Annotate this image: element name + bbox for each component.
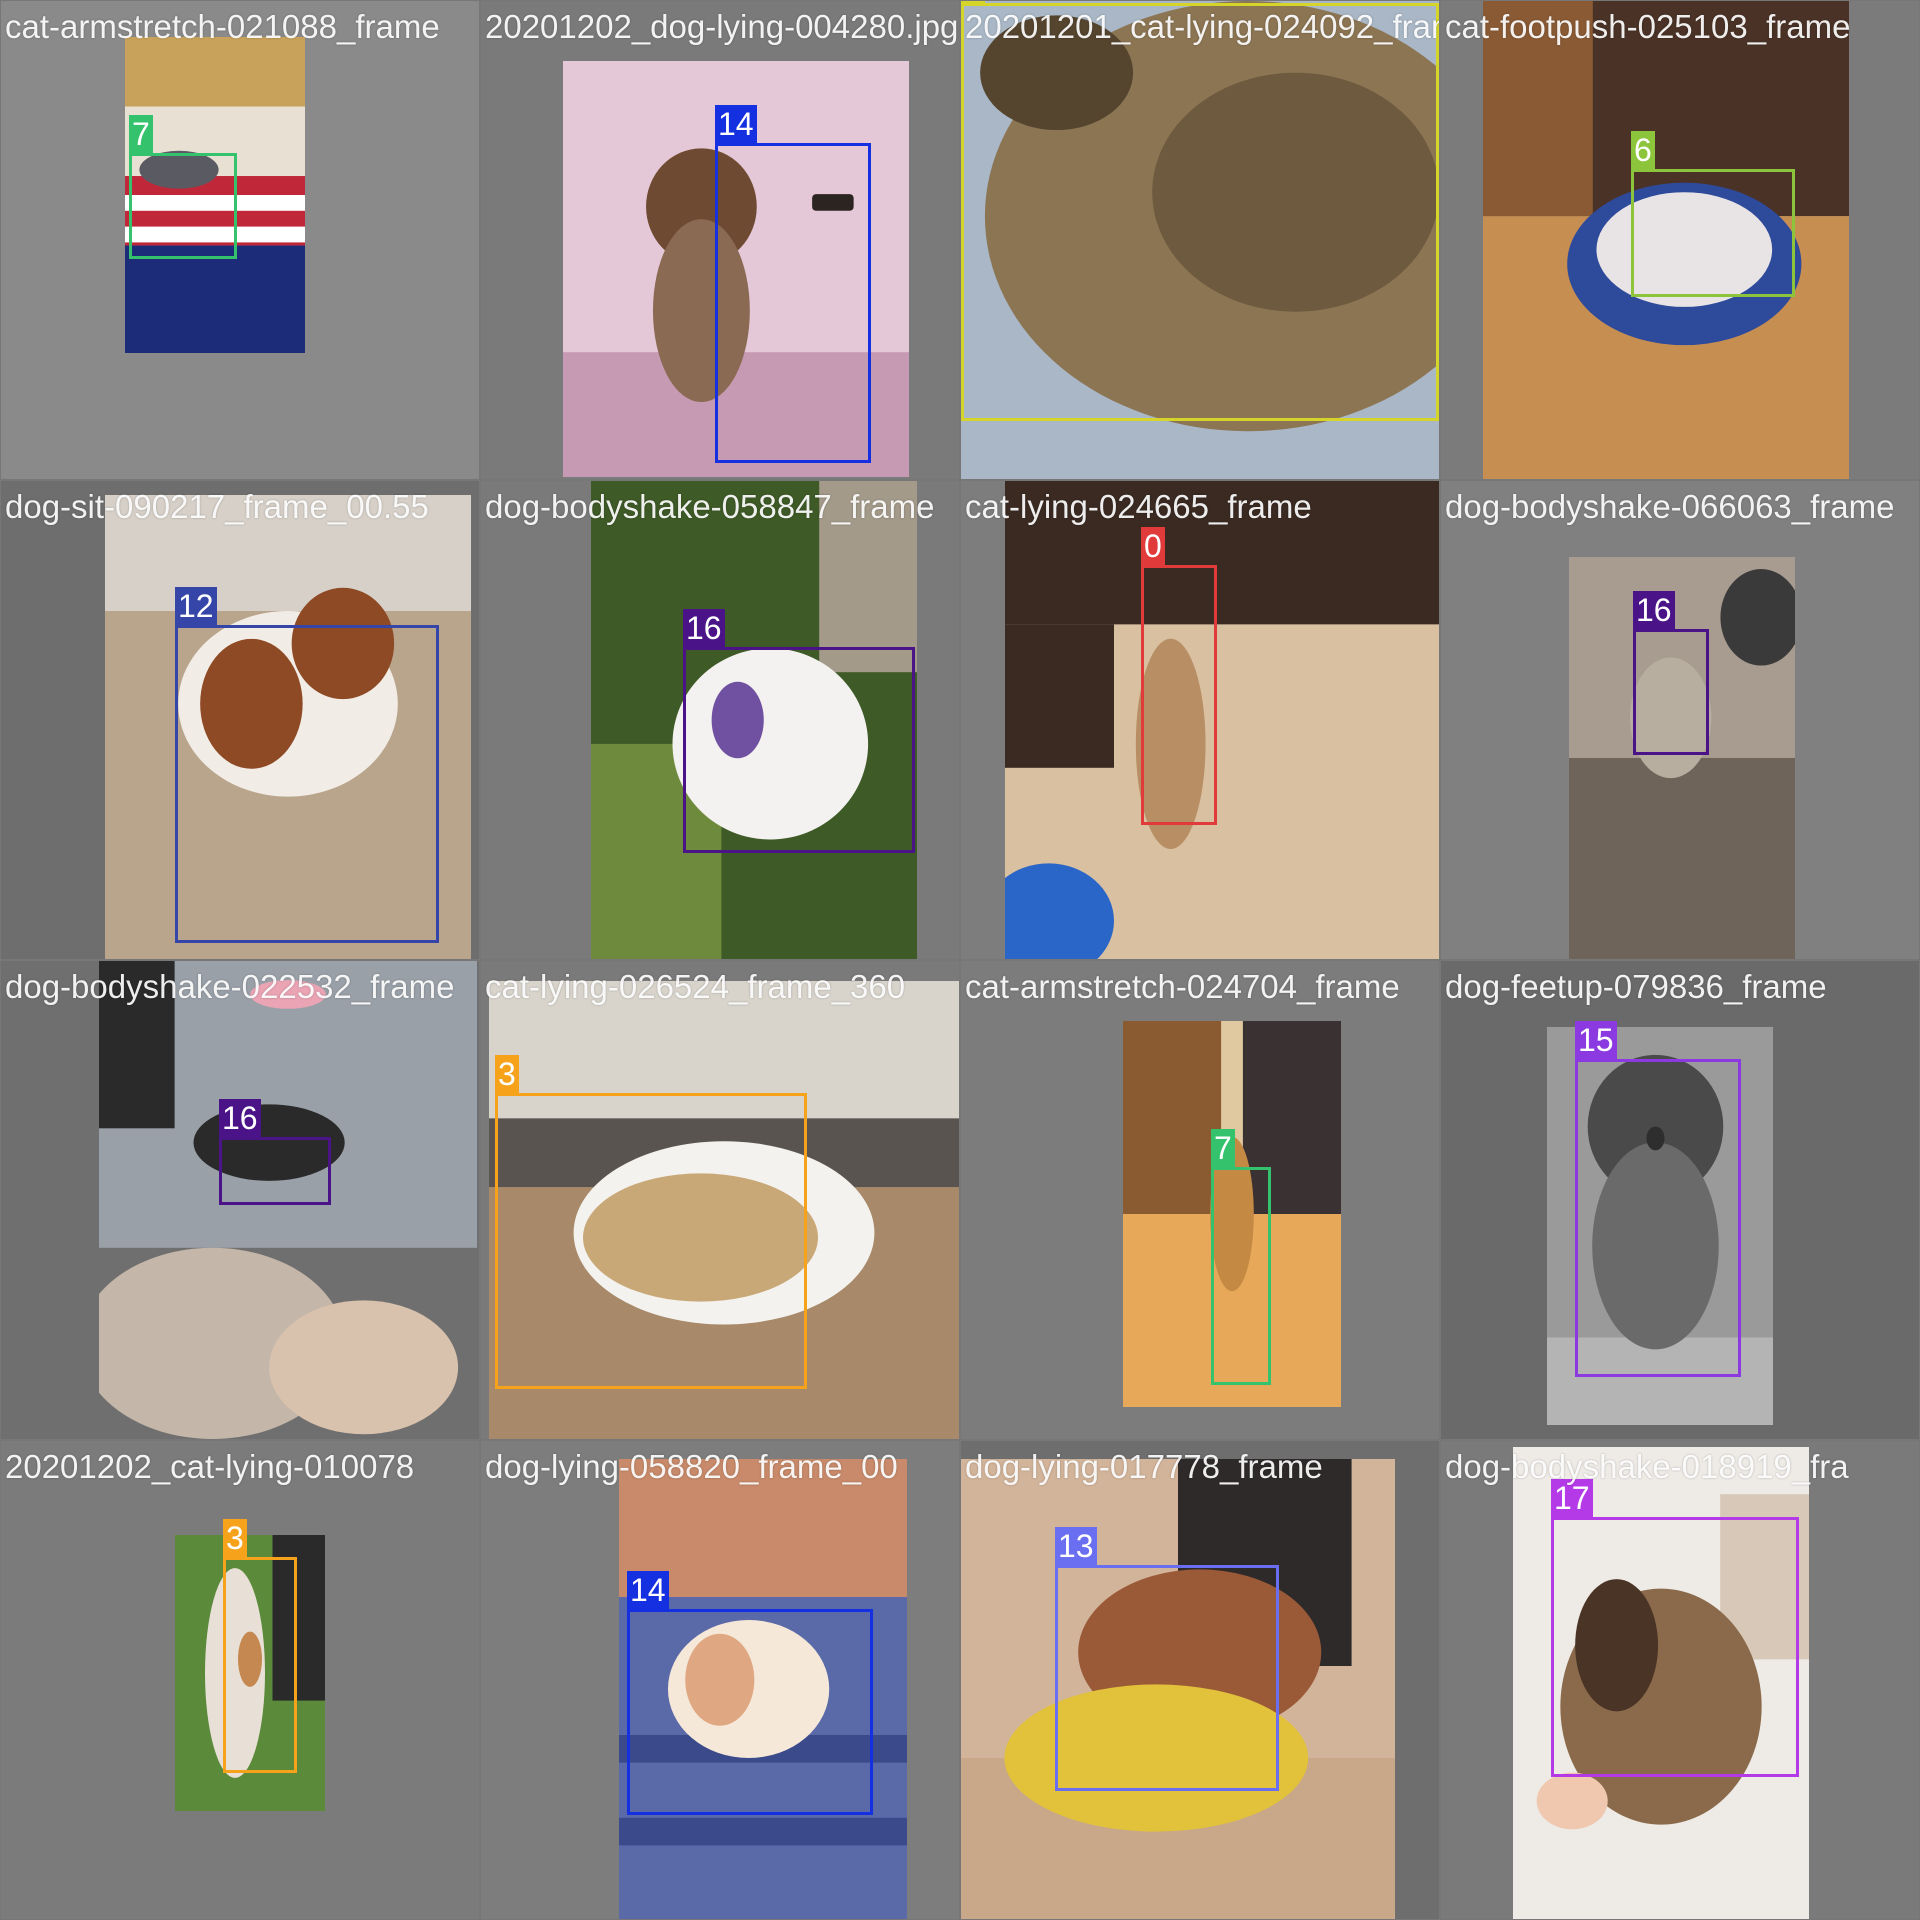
class-label-tag: 16 (1633, 591, 1675, 629)
photo-scene (1005, 481, 1439, 959)
filename-label: dog-bodyshake-066063_frame (1445, 488, 1895, 525)
filename-label: cat-footpush-025103_frame (1445, 8, 1851, 45)
filename-label: dog-feetup-079836_frame (1445, 968, 1827, 1005)
mosaic-tile: 14 dog-lying-058820_frame_00 (481, 1441, 959, 1919)
bounding-box: 7 (129, 115, 237, 259)
bounding-box: 14 (715, 105, 871, 463)
class-label-tag: 6 (1631, 131, 1655, 169)
class-label-tag: 15 (1575, 1021, 1617, 1059)
bounding-box: 6 (1631, 131, 1795, 297)
mosaic-tile: 3 cat-lying-026524_frame_360 (481, 961, 959, 1439)
bounding-box: 17 (1551, 1479, 1799, 1777)
bounding-box: 16 (219, 1099, 331, 1205)
mosaic-tile: 6 cat-footpush-025103_frame (1441, 1, 1919, 479)
photo-scene (1569, 557, 1795, 959)
class-label-tag: 7 (1211, 1129, 1235, 1167)
bounding-box: 3 (495, 1055, 807, 1389)
filename-label: cat-armstretch-021088_frame (5, 8, 440, 45)
filename-label: dog-bodyshake-018919_fra (1445, 1448, 1849, 1485)
mosaic-tile: 3 20201202_cat-lying-010078 (1, 1441, 479, 1919)
class-label-tag: 0 (1141, 527, 1165, 565)
filename-label: dog-lying-058820_frame_00 (485, 1448, 898, 1485)
photo (1569, 557, 1795, 959)
class-label-tag: 3 (495, 1055, 519, 1093)
bounding-box: 13 (1055, 1527, 1279, 1791)
mosaic-tile: 0 cat-lying-024665_frame (961, 481, 1439, 959)
filename-label: dog-lying-017778_frame (965, 1448, 1323, 1485)
mosaic-tile: 12 dog-sit-090217_frame_00.55 (1, 481, 479, 959)
mosaic-tile: 16 dog-bodyshake-058847_frame (481, 481, 959, 959)
filename-label: dog-bodyshake-022532_frame (5, 968, 455, 1005)
mosaic-tile: 17 dog-bodyshake-018919_fra (1441, 1441, 1919, 1919)
photo (1005, 481, 1439, 959)
class-label-tag: 14 (627, 1571, 669, 1609)
filename-label: dog-bodyshake-058847_frame (485, 488, 935, 525)
mosaic-tile: 14 20201202_dog-lying-004280.jpg (481, 1, 959, 479)
mosaic-tile: 7 cat-armstretch-024704_frame (961, 961, 1439, 1439)
class-label-tag: 12 (175, 587, 217, 625)
class-label-tag: 16 (219, 1099, 261, 1137)
bounding-box: 12 (175, 587, 439, 943)
mosaic-tile: 15 dog-feetup-079836_frame (1441, 961, 1919, 1439)
bounding-box: 0 (1141, 527, 1217, 825)
bounding-box: 16 (683, 609, 915, 853)
mosaic-tile: 4 20201201_cat-lying-024092_frame (961, 1, 1439, 479)
mosaic-tile: 13 dog-lying-017778_frame (961, 1441, 1439, 1919)
filename-label: dog-sit-090217_frame_00.55 (5, 488, 429, 525)
filename-label: cat-armstretch-024704_frame (965, 968, 1400, 1005)
class-label-tag: 3 (223, 1519, 247, 1557)
mosaic-tile: 16 dog-bodyshake-022532_frame (1, 961, 479, 1439)
class-label-tag: 7 (129, 115, 153, 153)
bounding-box: 7 (1211, 1129, 1271, 1385)
class-label-tag: 4 (961, 1, 985, 3)
class-label-tag: 13 (1055, 1527, 1097, 1565)
bounding-box: 14 (627, 1571, 873, 1815)
filename-label: 20201202_cat-lying-010078 (5, 1448, 415, 1485)
mosaic-tile: 7 cat-armstretch-021088_frame (1, 1, 479, 479)
bounding-box: 4 (961, 1, 1439, 421)
filename-label: 20201202_dog-lying-004280.jpg (485, 8, 959, 45)
filename-label: cat-lying-026524_frame_360 (485, 968, 906, 1005)
bounding-box: 16 (1633, 591, 1709, 755)
bounding-box: 3 (223, 1519, 297, 1773)
mosaic-grid: 7 cat-armstretch-021088_frame 14 20201202_d… (0, 0, 1920, 1920)
filename-label: cat-lying-024665_frame (965, 488, 1312, 525)
class-label-tag: 14 (715, 105, 757, 143)
filename-label: 20201201_cat-lying-024092_frame (965, 8, 1439, 45)
bounding-box: 15 (1575, 1021, 1741, 1377)
class-label-tag: 16 (683, 609, 725, 647)
mosaic-tile: 16 dog-bodyshake-066063_frame (1441, 481, 1919, 959)
